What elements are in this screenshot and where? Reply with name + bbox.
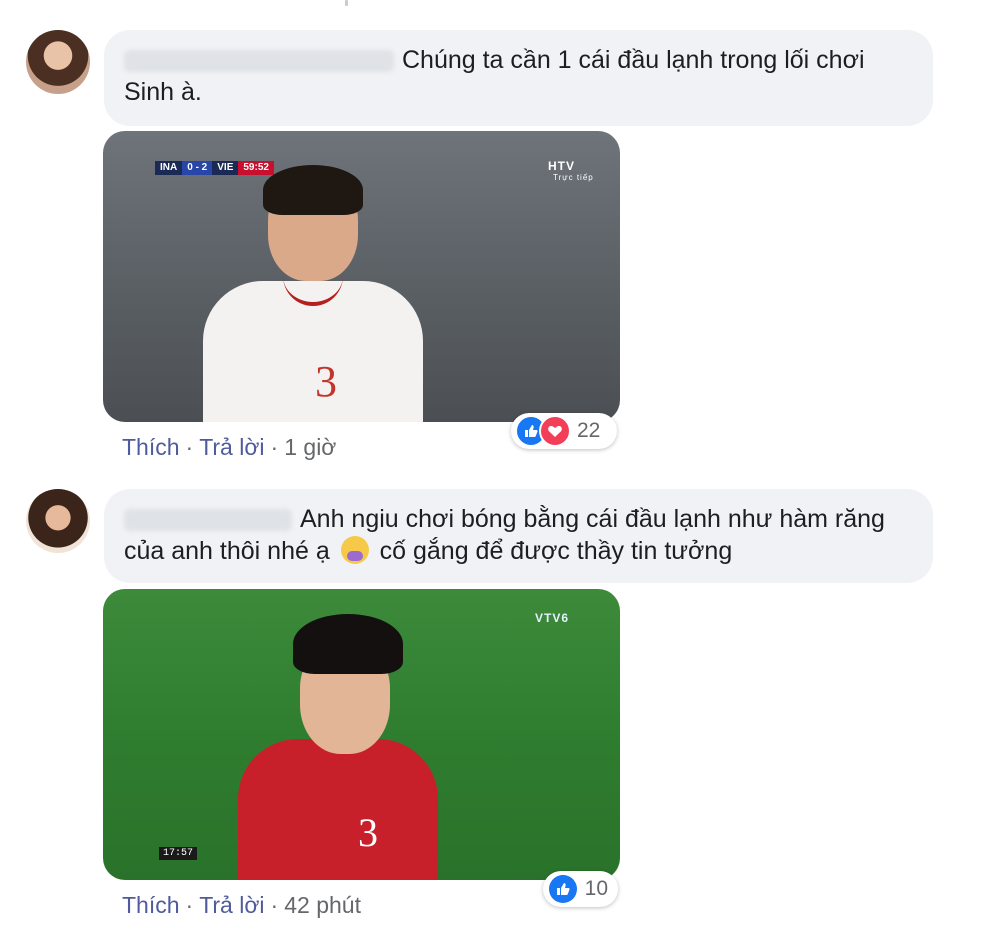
commenter-name-redacted[interactable] bbox=[124, 50, 394, 73]
jersey-number: 3 bbox=[315, 357, 337, 406]
comment-actions: Thích · Trả lời · 42 phút bbox=[122, 892, 361, 919]
reactions-summary[interactable]: 10 bbox=[543, 871, 618, 907]
player-figure: 3 bbox=[238, 614, 438, 880]
like-link[interactable]: Thích bbox=[122, 892, 180, 918]
reply-link[interactable]: Trả lời bbox=[199, 892, 264, 918]
commenter-name-redacted[interactable] bbox=[124, 509, 292, 532]
commenter-avatar[interactable] bbox=[26, 489, 90, 553]
woman-gesturing-emoji-icon bbox=[340, 536, 369, 564]
comment-actions: Thích · Trả lời · 1 giờ bbox=[122, 434, 336, 461]
comment-photo[interactable]: VTV6 3 17:57 bbox=[103, 589, 620, 880]
separator: · bbox=[185, 434, 194, 460]
reaction-count: 10 bbox=[584, 877, 608, 900]
like-icon bbox=[547, 873, 579, 905]
channel-subtitle: Trực tiếp bbox=[553, 173, 594, 182]
channel-logo: HTV bbox=[548, 159, 575, 173]
reply-link[interactable]: Trả lời bbox=[199, 434, 264, 460]
broadcast-clock: 17:57 bbox=[159, 847, 198, 860]
separator: · bbox=[270, 434, 279, 460]
comment-bubble: Anh ngiu chơi bóng bằng cái đầu lạnh như… bbox=[104, 489, 933, 583]
comment-photo[interactable]: INA 0 - 2 VIE 59:52 HTV Trực tiếp 3 bbox=[103, 131, 620, 422]
love-icon bbox=[539, 415, 571, 447]
reactions-summary[interactable]: 22 bbox=[511, 413, 617, 449]
comment-time[interactable]: 1 giờ bbox=[284, 434, 336, 460]
separator: · bbox=[185, 892, 194, 918]
separator: · bbox=[270, 892, 279, 918]
channel-logo: VTV6 bbox=[535, 611, 570, 625]
reaction-count: 22 bbox=[577, 419, 601, 442]
jersey-number: 3 bbox=[358, 810, 378, 855]
scoreboard-home: INA bbox=[155, 161, 183, 175]
comment-text-continued: cố gắng để được thầy tin tưởng bbox=[379, 537, 733, 565]
comment-time[interactable]: 42 phút bbox=[284, 892, 361, 918]
like-link[interactable]: Thích bbox=[122, 434, 180, 460]
commenter-avatar[interactable] bbox=[26, 30, 90, 94]
player-figure: 3 bbox=[203, 165, 423, 422]
scroll-marker bbox=[345, 0, 348, 6]
comment-bubble: Chúng ta cần 1 cái đầu lạnh trong lối ch… bbox=[104, 30, 933, 126]
